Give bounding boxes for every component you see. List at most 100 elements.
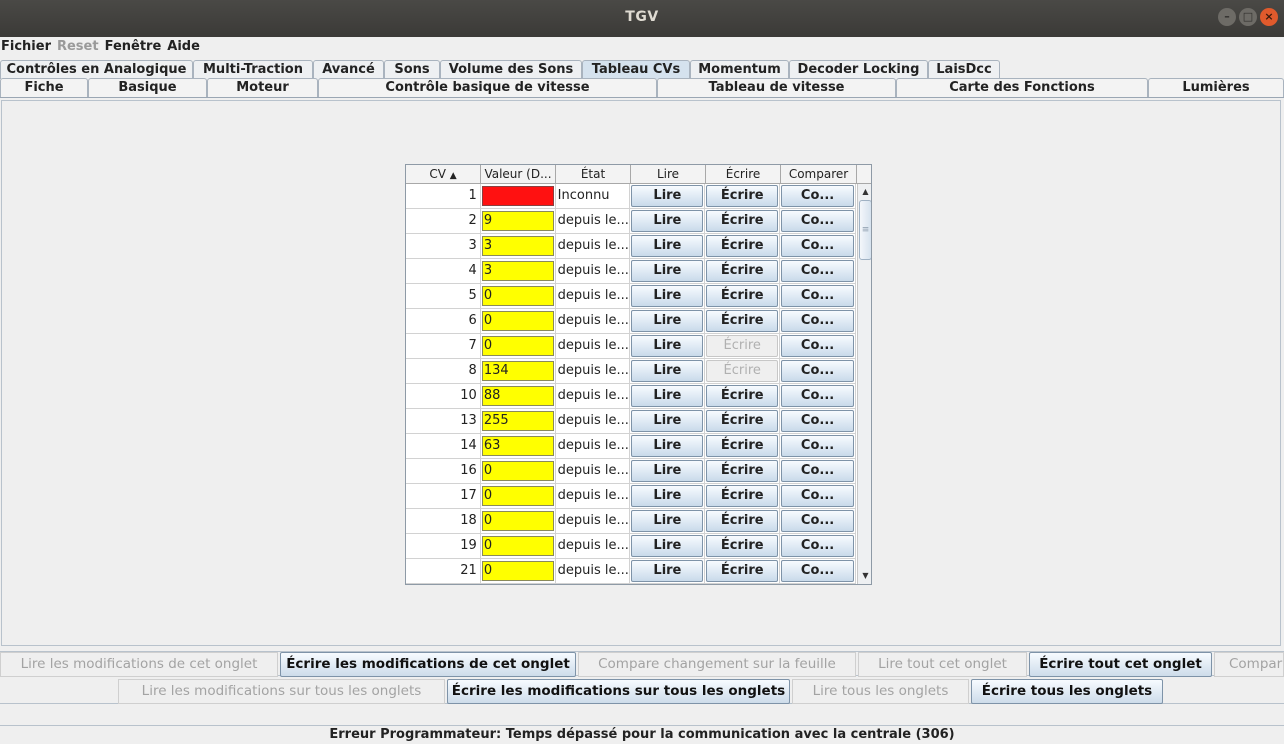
write-cv-button[interactable]: Écrire [706,360,779,382]
write-cv-button[interactable]: Écrire [706,385,779,407]
tab-moteur[interactable]: Moteur [207,78,318,97]
tab-decoder-locking[interactable]: Decoder Locking [789,60,928,79]
write-cv-button[interactable]: Écrire [706,435,779,457]
cv-value-field[interactable]: 255 [481,411,554,431]
cv-value-field[interactable]: 0 [481,561,554,581]
scroll-thumb[interactable]: ≡ [859,200,871,260]
read-cv-button[interactable]: Lire [631,560,704,582]
read-cv-button[interactable]: Lire [631,285,704,307]
compare-cv-button[interactable]: Co... [781,210,854,232]
compare-cv-button[interactable]: Co... [781,560,854,582]
tab-basique[interactable]: Basique [88,78,207,97]
read-cv-button[interactable]: Lire [631,360,704,382]
read-all-tabs-button[interactable]: Lire tous les onglets [792,679,969,704]
maximize-icon[interactable]: □ [1239,8,1257,26]
cv-value-field[interactable]: 0 [481,311,554,331]
compare-cv-button[interactable]: Co... [781,260,854,282]
header-valeur[interactable]: Valeur (D... [481,165,556,184]
compare-cv-button[interactable]: Co... [781,435,854,457]
compare-cv-button[interactable]: Co... [781,535,854,557]
tab-tableau-cvs[interactable]: Tableau CVs [582,60,690,79]
read-cv-button[interactable]: Lire [631,260,704,282]
cv-value-field[interactable]: 0 [481,511,554,531]
write-cv-button[interactable]: Écrire [706,260,779,282]
tab-lumieres[interactable]: Lumières [1148,78,1284,97]
write-cv-button[interactable]: Écrire [706,285,779,307]
menu-fenetre[interactable]: Fenêtre [104,37,167,56]
tab-momentum[interactable]: Momentum [690,60,789,79]
write-cv-button[interactable]: Écrire [706,235,779,257]
read-cv-button[interactable]: Lire [631,185,704,207]
cv-value-field[interactable]: 88 [481,386,554,406]
read-cv-button[interactable]: Lire [631,460,704,482]
compare-cv-button[interactable]: Co... [781,235,854,257]
compare-cv-button[interactable]: Co... [781,410,854,432]
read-tab-changes-button[interactable]: Lire les modifications de cet onglet [0,652,278,677]
cv-value-field[interactable]: 63 [481,436,554,456]
write-all-changes-button[interactable]: Écrire les modifications sur tous les on… [447,679,790,704]
tab-controles-analogique[interactable]: Contrôles en Analogique [0,60,193,79]
compare-cv-button[interactable]: Co... [781,385,854,407]
tab-laisdcc[interactable]: LaisDcc [928,60,1000,79]
read-cv-button[interactable]: Lire [631,510,704,532]
read-cv-button[interactable]: Lire [631,335,704,357]
compare-cv-button[interactable]: Co... [781,185,854,207]
cv-value-field[interactable]: 0 [481,536,554,556]
read-cv-button[interactable]: Lire [631,410,704,432]
tab-multi-traction[interactable]: Multi-Traction [193,60,313,79]
scroll-down-icon[interactable]: ▼ [859,569,871,583]
read-all-tab-button[interactable]: Lire tout cet onglet [858,652,1027,677]
cv-value-field[interactable]: 9 [481,211,554,231]
menu-fichier[interactable]: Fichier [0,37,56,56]
read-all-changes-button[interactable]: Lire les modifications sur tous les ongl… [118,679,445,704]
tab-fiche[interactable]: Fiche [0,78,88,97]
read-cv-button[interactable]: Lire [631,435,704,457]
write-cv-button[interactable]: Écrire [706,185,779,207]
write-cv-button[interactable]: Écrire [706,535,779,557]
write-cv-button[interactable]: Écrire [706,460,779,482]
cv-value-field[interactable]: 0 [481,461,554,481]
write-cv-button[interactable]: Écrire [706,510,779,532]
cv-value-field[interactable]: 3 [481,236,554,256]
read-cv-button[interactable]: Lire [631,535,704,557]
cv-value-field[interactable]: 0 [481,286,554,306]
tab-avance[interactable]: Avancé [313,60,384,79]
compare-cv-button[interactable]: Co... [781,285,854,307]
tab-tableau-vitesse[interactable]: Tableau de vitesse [657,78,896,97]
compare-cv-button[interactable]: Co... [781,360,854,382]
table-scrollbar[interactable]: ▲ ≡ ▼ [857,184,871,584]
write-all-tabs-button[interactable]: Écrire tous les onglets [971,679,1163,704]
compare-cv-button[interactable]: Co... [781,310,854,332]
header-lire[interactable]: Lire [631,165,706,184]
compare-cv-button[interactable]: Co... [781,485,854,507]
cv-value-field[interactable]: 134 [481,361,554,381]
write-cv-button[interactable]: Écrire [706,560,779,582]
write-cv-button[interactable]: Écrire [706,210,779,232]
tab-volume-sons[interactable]: Volume des Sons [440,60,582,79]
cv-value-field[interactable]: 3 [481,261,554,281]
write-cv-button[interactable]: Écrire [706,485,779,507]
minimize-icon[interactable]: – [1218,8,1236,26]
tab-sons[interactable]: Sons [384,60,440,79]
write-cv-button[interactable]: Écrire [706,335,779,357]
compare-button[interactable]: Compar [1214,652,1284,677]
compare-cv-button[interactable]: Co... [781,335,854,357]
cv-value-field[interactable]: 0 [481,336,554,356]
read-cv-button[interactable]: Lire [631,235,704,257]
write-tab-changes-button[interactable]: Écrire les modifications de cet onglet [280,652,576,677]
compare-cv-button[interactable]: Co... [781,460,854,482]
read-cv-button[interactable]: Lire [631,210,704,232]
write-cv-button[interactable]: Écrire [706,410,779,432]
write-cv-button[interactable]: Écrire [706,310,779,332]
compare-sheet-changes-button[interactable]: Compare changement sur la feuille [578,652,856,677]
read-cv-button[interactable]: Lire [631,385,704,407]
header-etat[interactable]: État [556,165,631,184]
cv-value-field[interactable]: 0 [481,486,554,506]
header-ecrire[interactable]: Écrire [706,165,781,184]
close-icon[interactable]: × [1260,8,1278,26]
compare-cv-button[interactable]: Co... [781,510,854,532]
header-cv[interactable]: CV ▲ [406,165,481,184]
tab-controle-basique-vitesse[interactable]: Contrôle basique de vitesse [318,78,657,97]
read-cv-button[interactable]: Lire [631,310,704,332]
tab-carte-fonctions[interactable]: Carte des Fonctions [896,78,1148,97]
